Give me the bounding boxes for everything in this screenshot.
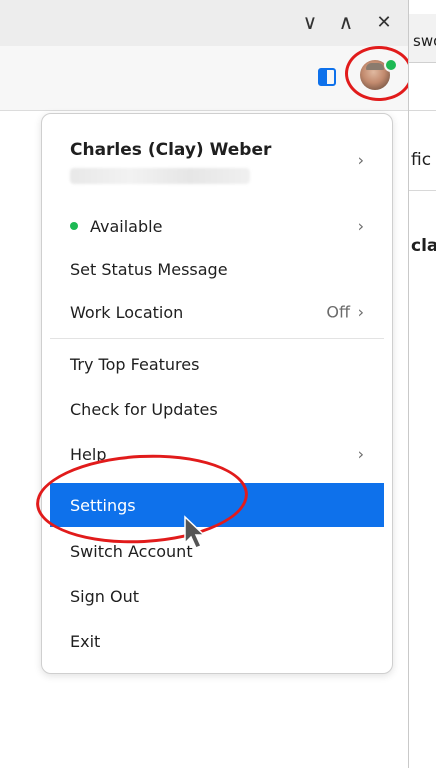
chevron-right-icon: › [357, 302, 364, 322]
chevron-down-icon[interactable]: ∨ [296, 8, 324, 36]
menu-item-help[interactable]: Help › [50, 432, 384, 476]
menu-divider [50, 338, 384, 339]
toolbar [0, 46, 408, 111]
status-label: Available [90, 216, 163, 236]
check-updates-label: Check for Updates [70, 399, 218, 419]
presence-dot [384, 58, 398, 72]
menu-item-status[interactable]: Available › [50, 204, 384, 248]
chevron-up-icon[interactable]: ∧ [332, 8, 360, 36]
background-divider [409, 190, 436, 191]
background-text-1: fic [411, 150, 432, 170]
sign-out-label: Sign Out [70, 586, 139, 606]
chevron-right-icon: › [357, 150, 364, 170]
background-window: swo fic cla [408, 0, 436, 768]
background-divider [409, 110, 436, 111]
menu-item-switch-account[interactable]: Switch Account [50, 529, 384, 573]
profile-menu: Charles (Clay) Weber › Available › Set S… [41, 113, 393, 674]
exit-label: Exit [70, 631, 101, 651]
title-bar: ∨ ∧ ✕ [0, 0, 408, 46]
set-status-label: Set Status Message [70, 259, 228, 279]
menu-item-check-updates[interactable]: Check for Updates [50, 387, 384, 431]
menu-item-work-location[interactable]: Work Location Off › [50, 290, 384, 334]
profile-header[interactable]: Charles (Clay) Weber › [42, 114, 392, 204]
side-panel-icon[interactable] [318, 68, 336, 86]
work-location-label: Work Location [70, 302, 184, 322]
menu-item-try-top-features[interactable]: Try Top Features [50, 342, 384, 386]
menu-item-exit[interactable]: Exit [50, 619, 384, 663]
avatar-hair [366, 63, 384, 70]
chevron-right-icon: › [357, 444, 364, 464]
background-text-2: cla [411, 236, 436, 256]
menu-item-settings[interactable]: Settings [50, 483, 384, 527]
menu-item-set-status[interactable]: Set Status Message [50, 247, 384, 291]
work-location-value: Off [326, 302, 350, 322]
help-label: Help [70, 444, 107, 464]
background-tab[interactable]: swo [409, 14, 436, 63]
try-features-label: Try Top Features [70, 354, 200, 374]
user-name: Charles (Clay) Weber [70, 140, 272, 160]
close-icon[interactable]: ✕ [370, 8, 398, 36]
available-dot-icon [70, 222, 78, 230]
background-tab-text: swo [413, 32, 436, 50]
chevron-right-icon: › [357, 216, 364, 236]
switch-account-label: Switch Account [70, 541, 193, 561]
user-email-redacted [70, 168, 250, 184]
menu-item-sign-out[interactable]: Sign Out [50, 574, 384, 618]
settings-label: Settings [70, 495, 136, 515]
